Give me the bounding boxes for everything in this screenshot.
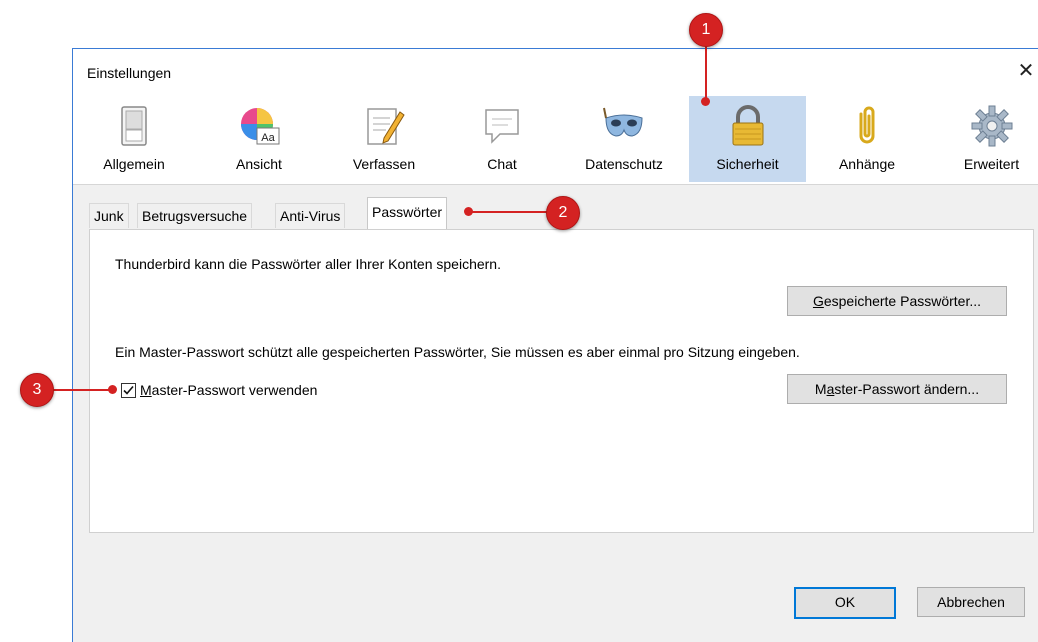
category-toolbar: Allgemein Aa Ansicht Verfassen Chat Date… <box>73 95 1038 185</box>
accesskey-letter: M <box>140 382 152 398</box>
preferences-dialog: Einstellungen ✕ Allgemein Aa Ansicht Ver… <box>72 48 1038 642</box>
cancel-button[interactable]: Abbrechen <box>917 587 1025 617</box>
callout-marker-1: 1 <box>689 13 723 47</box>
paperclip-icon <box>859 106 875 144</box>
master-password-description: Ein Master-Passwort schützt alle gespeic… <box>115 344 800 360</box>
checkbox-label: aster-Passwort verwenden <box>151 382 318 398</box>
passwords-intro: Thunderbird kann die Passwörter aller Ih… <box>115 256 501 272</box>
svg-text:Aa: Aa <box>261 132 275 144</box>
tab-junk[interactable]: Junk <box>89 203 129 228</box>
notepad-pencil-icon <box>367 108 405 145</box>
close-icon[interactable]: ✕ <box>1015 60 1037 82</box>
change-master-password-button[interactable]: Master-Passwort ändern... <box>787 374 1007 404</box>
toolbar-label: Erweitert <box>963 156 1020 172</box>
callout-dot-1 <box>701 97 710 106</box>
toolbar-item-verfassen[interactable]: Verfassen <box>344 96 424 182</box>
toolbar-item-allgemein[interactable]: Allgemein <box>94 96 174 182</box>
accesskey-letter: G <box>812 293 824 309</box>
saved-passwords-button[interactable]: Gespeicherte Passwörter... <box>787 286 1007 316</box>
toolbar-label: Datenschutz <box>585 156 663 172</box>
toolbar-item-sicherheit[interactable]: Sicherheit <box>689 96 806 182</box>
mask-icon <box>603 107 643 137</box>
toolbar-label: Allgemein <box>103 156 165 172</box>
toolbar-item-chat[interactable]: Chat <box>469 96 535 182</box>
title-bar: Einstellungen ✕ <box>73 49 1038 95</box>
button-label-start: M <box>814 381 827 397</box>
button-label: ster-Passwort ändern... <box>834 381 980 397</box>
toolbar-label: Anhänge <box>838 156 896 172</box>
callout-line-3 <box>50 389 112 391</box>
toolbar-item-datenschutz[interactable]: Datenschutz <box>570 96 678 182</box>
button-label: espeicherte Passwörter... <box>823 293 982 309</box>
toolbar-label: Sicherheit <box>716 156 779 172</box>
master-password-checkbox-label[interactable]: Master-Passwort verwenden <box>140 382 317 398</box>
gear-icon <box>971 105 1012 147</box>
passwords-panel: Thunderbird kann die Passwörter aller Ih… <box>89 229 1034 533</box>
callout-dot-3 <box>108 385 117 394</box>
toolbar-item-anhaenge[interactable]: Anhänge <box>827 96 907 182</box>
callout-line-1 <box>705 44 707 98</box>
callout-marker-2: 2 <box>546 196 580 230</box>
color-wheel-icon: Aa <box>241 108 280 145</box>
callout-dot-2 <box>464 207 473 216</box>
toolbar-label: Ansicht <box>236 156 282 172</box>
callout-marker-3: 3 <box>20 373 54 407</box>
toolbar-label: Chat <box>487 156 517 172</box>
padlock-icon <box>732 105 763 146</box>
toolbar-label: Verfassen <box>352 156 416 172</box>
callout-line-2 <box>470 211 548 213</box>
window-title: Einstellungen <box>87 65 172 81</box>
toolbar-item-erweitert[interactable]: Erweitert <box>949 96 1034 182</box>
tab-anti-virus[interactable]: Anti-Virus <box>275 203 346 228</box>
toolbar-item-ansicht[interactable]: Aa Ansicht <box>219 96 299 182</box>
switch-icon <box>121 106 147 146</box>
checkmark-icon <box>123 385 134 395</box>
tab-passwoerter[interactable]: Passwörter <box>367 197 448 229</box>
ok-button[interactable]: OK <box>794 587 896 619</box>
tab-betrugsversuche[interactable]: Betrugsversuche <box>137 203 253 228</box>
master-password-checkbox[interactable] <box>121 383 136 398</box>
chat-bubble-icon <box>485 109 519 144</box>
